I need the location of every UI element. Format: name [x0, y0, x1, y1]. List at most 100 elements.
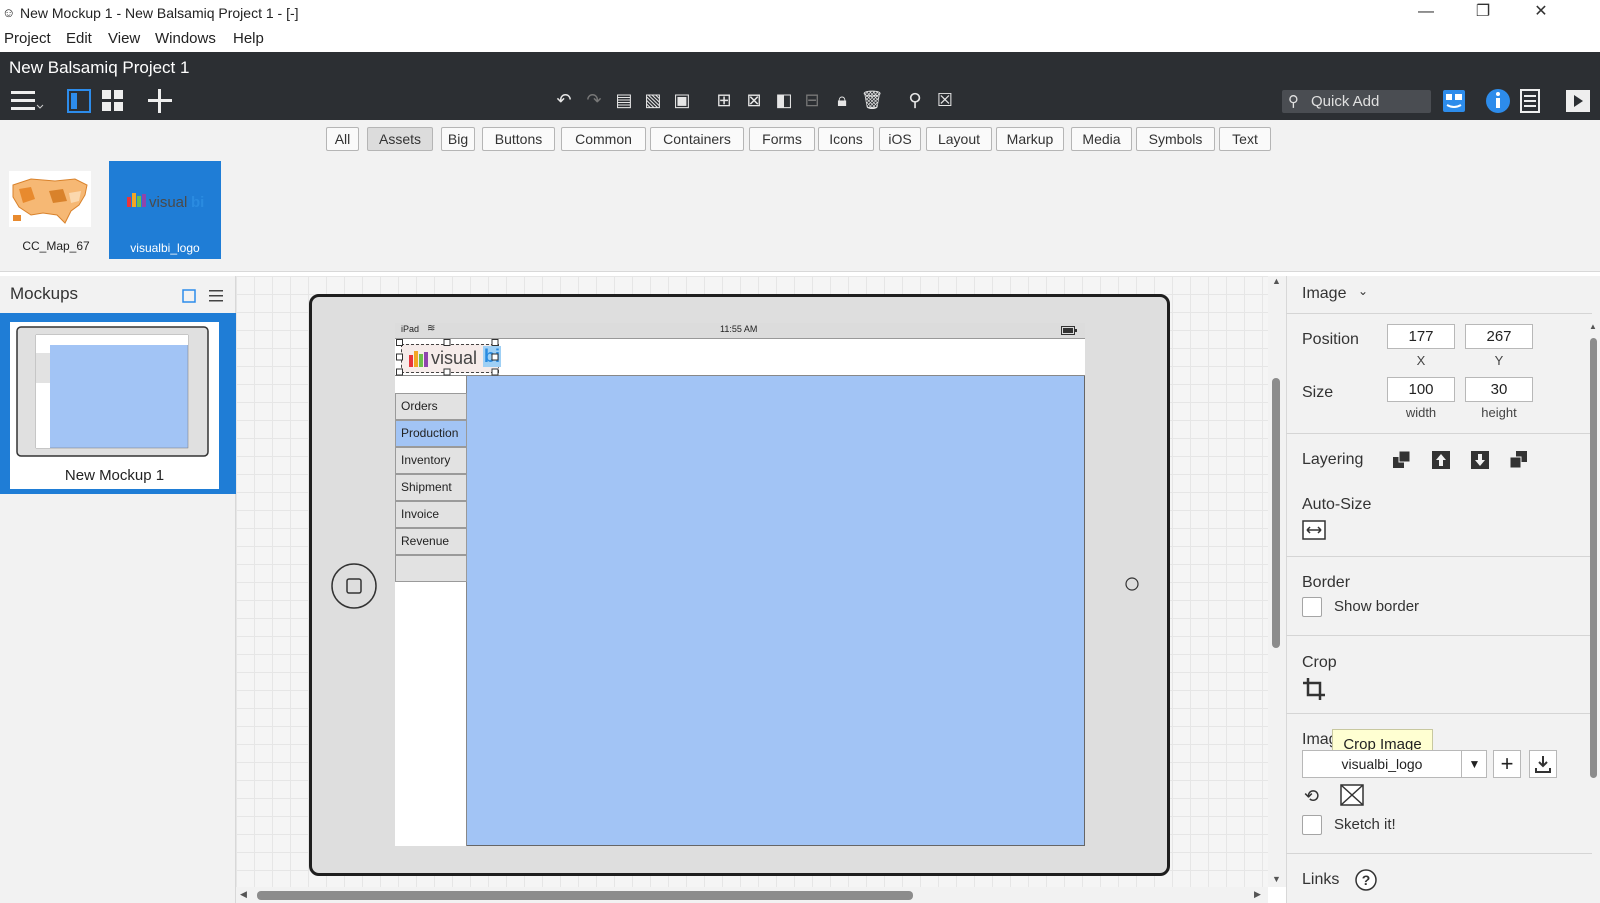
paste-icon[interactable]: ▣	[670, 88, 694, 112]
chevron-down-icon[interactable]: ⌄	[1358, 284, 1368, 298]
asset-cc-map[interactable]: CC_Map_67	[0, 161, 112, 257]
symbols-icon[interactable]	[1442, 89, 1466, 113]
asset-visualbi-logo[interactable]: visual bi visualbi_logo	[109, 161, 221, 259]
nav-item-shipment[interactable]: Shipment	[395, 474, 467, 501]
autosize-width-icon[interactable]	[1302, 520, 1326, 540]
nav-item-empty[interactable]	[395, 555, 467, 582]
cut-icon[interactable]: ▧	[641, 88, 665, 112]
close-button[interactable]: ✕	[1518, 0, 1564, 26]
minimize-button[interactable]: —	[1403, 0, 1449, 26]
thumbnail-view-icon[interactable]	[182, 289, 196, 303]
show-border-checkbox[interactable]	[1302, 597, 1322, 617]
refresh-image-icon[interactable]: ⟲	[1304, 786, 1319, 807]
bring-forward-icon[interactable]	[1431, 450, 1451, 470]
menu-bar: Project Edit View Windows Help	[0, 28, 1600, 50]
filter-symbols[interactable]: Symbols	[1136, 127, 1215, 151]
send-backward-icon[interactable]	[1470, 450, 1490, 470]
presentation-icon[interactable]	[1565, 89, 1591, 113]
filter-icons[interactable]: Icons	[818, 127, 874, 151]
size-label: Size	[1302, 384, 1334, 401]
menu-edit[interactable]: Edit	[66, 30, 92, 47]
remove-image-icon[interactable]	[1340, 784, 1364, 806]
lock-icon[interactable]: 🔒︎	[830, 88, 854, 112]
copy-icon[interactable]: ▤	[612, 88, 636, 112]
scroll-right-arrow-icon[interactable]: ▶	[1254, 889, 1261, 900]
width-caption: width	[1405, 405, 1437, 420]
filter-layout[interactable]: Layout	[926, 127, 992, 151]
quick-add-input[interactable]: ⚲ Quick Add	[1282, 90, 1431, 113]
property-type-label[interactable]: Image	[1302, 285, 1346, 303]
list-view-icon[interactable]	[208, 289, 224, 303]
logo-bars-icon	[409, 351, 428, 367]
restore-button[interactable]: ❐	[1460, 0, 1506, 26]
filter-media[interactable]: Media	[1071, 127, 1132, 151]
filter-all[interactable]: All	[326, 127, 359, 151]
filter-common[interactable]: Common	[561, 127, 646, 151]
sketch-it-checkbox[interactable]	[1302, 815, 1322, 835]
crop-icon[interactable]	[1302, 677, 1326, 701]
height-caption: height	[1481, 405, 1517, 420]
nav-item-invoice[interactable]: Invoice	[395, 501, 467, 528]
nav-item-revenue[interactable]: Revenue	[395, 528, 467, 555]
svg-text:bi: bi	[191, 194, 204, 211]
notes-icon[interactable]	[1519, 89, 1541, 113]
mockup-thumbnail-item[interactable]: New Mockup 1	[0, 313, 236, 494]
bring-to-front-icon[interactable]	[1392, 450, 1412, 470]
info-icon[interactable]	[1485, 88, 1511, 114]
filter-markup[interactable]: Markup	[996, 127, 1064, 151]
horizontal-scroll-thumb[interactable]	[257, 891, 913, 900]
image-select[interactable]: visualbi_logo ▼	[1302, 750, 1487, 778]
balsamiq-app-window: ☺ New Mockup 1 - New Balsamiq Project 1 …	[0, 0, 1600, 903]
menu-view[interactable]: View	[108, 30, 140, 47]
grid-view-icon[interactable]	[101, 89, 125, 113]
filter-text[interactable]: Text	[1219, 127, 1271, 151]
arrange-icon[interactable]: ◧	[772, 88, 796, 112]
filter-forms[interactable]: Forms	[749, 127, 815, 151]
vertical-scroll-thumb[interactable]	[1272, 378, 1280, 648]
wifi-icon: ≋	[427, 323, 436, 334]
menu-help[interactable]: Help	[233, 30, 264, 47]
scroll-up-arrow-icon[interactable]: ▲	[1272, 276, 1281, 286]
download-image-button[interactable]	[1529, 750, 1557, 778]
help-icon[interactable]: ?	[1354, 868, 1378, 892]
add-mockup-icon[interactable]	[148, 89, 172, 113]
position-y-field[interactable]: 267	[1465, 324, 1533, 349]
scroll-down-arrow-icon[interactable]: ▼	[1272, 874, 1281, 884]
delete-icon[interactable]: 🗑︎	[860, 88, 884, 112]
ipad-screen	[395, 323, 1085, 846]
group-icon[interactable]: ⊞	[712, 88, 736, 112]
us-map-thumbnail	[9, 171, 91, 227]
filter-containers[interactable]: Containers	[650, 127, 744, 151]
height-field[interactable]: 30	[1465, 377, 1533, 402]
width-field[interactable]: 100	[1387, 377, 1455, 402]
ungroup-icon[interactable]: ⊠	[742, 88, 766, 112]
filter-big[interactable]: Big	[441, 127, 475, 151]
send-to-back-icon[interactable]	[1509, 450, 1529, 470]
menu-windows[interactable]: Windows	[155, 30, 216, 47]
position-x-field[interactable]: 177	[1387, 324, 1455, 349]
find-icon[interactable]: ⚲	[903, 88, 927, 112]
clear-icon[interactable]: ☒	[933, 88, 957, 112]
nav-item-orders[interactable]: Orders	[395, 393, 467, 420]
scroll-left-arrow-icon[interactable]: ◀	[240, 889, 247, 900]
undo-icon[interactable]: ↶	[552, 88, 576, 112]
nav-item-inventory[interactable]: Inventory	[395, 447, 467, 474]
filter-buttons[interactable]: Buttons	[482, 127, 555, 151]
download-icon	[1535, 756, 1551, 773]
show-border-label: Show border	[1334, 598, 1420, 615]
panel-scroll-up-icon[interactable]: ▲	[1589, 322, 1597, 331]
redo-icon[interactable]: ↷	[582, 88, 606, 112]
mockups-panel-title: Mockups	[10, 284, 79, 303]
svg-text:?: ?	[1362, 872, 1371, 888]
nav-item-production[interactable]: Production	[395, 420, 467, 447]
add-image-button[interactable]: +	[1493, 750, 1521, 778]
single-view-icon[interactable]	[67, 89, 91, 113]
menu-project[interactable]: Project	[4, 30, 51, 47]
selected-logo-image[interactable]: visual bi	[401, 344, 501, 373]
filter-assets[interactable]: Assets	[367, 127, 433, 151]
align-icon[interactable]: ⊟	[800, 88, 824, 112]
dropdown-arrow-icon[interactable]: ▼	[1461, 751, 1487, 777]
hamburger-menu-icon[interactable]	[10, 89, 44, 113]
filter-ios[interactable]: iOS	[879, 127, 921, 151]
properties-scroll-thumb[interactable]	[1590, 338, 1597, 778]
